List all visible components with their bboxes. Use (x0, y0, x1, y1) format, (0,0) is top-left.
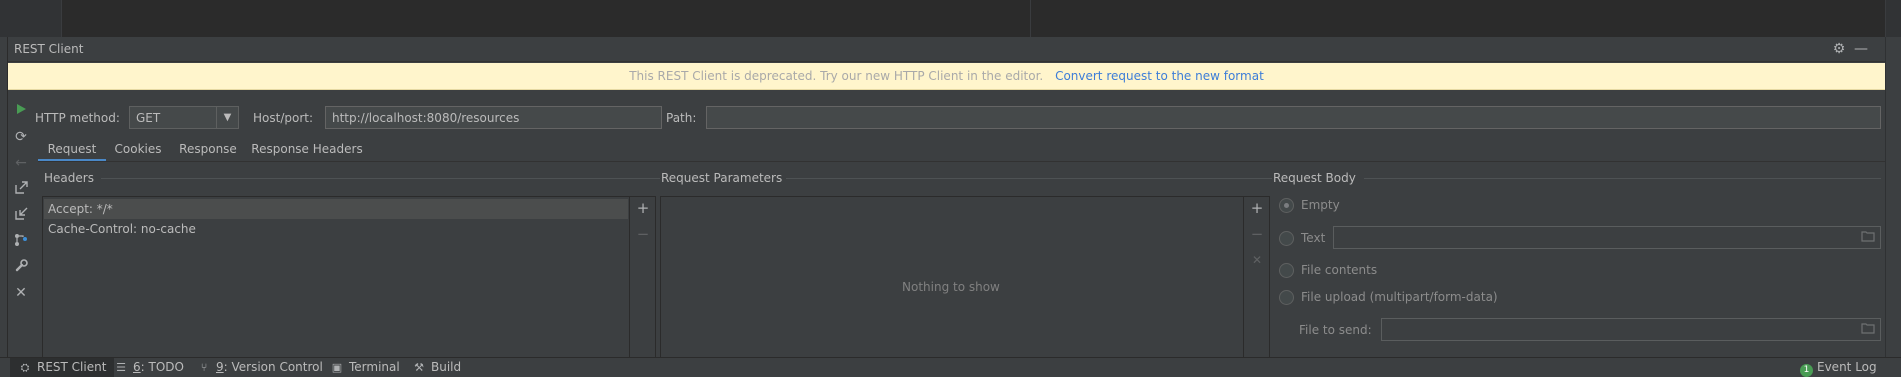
list-icon: ☰ (116, 361, 126, 374)
refresh-icon[interactable]: ⟳ (13, 129, 29, 145)
deprecation-banner: This REST Client is deprecated. Try our … (8, 63, 1885, 90)
tab-request[interactable]: Request (38, 137, 106, 162)
terminal-icon: ▣ (331, 361, 343, 374)
editor-right-gutter (1885, 0, 1901, 37)
path-input[interactable] (706, 106, 1881, 129)
minimize-icon[interactable]: — (1853, 41, 1869, 57)
http-method-select[interactable]: GET ▼ (129, 106, 239, 129)
rest-client-tool-button[interactable]: ⛭ REST Client (10, 358, 115, 377)
todo-label: : TODO (140, 360, 184, 374)
radio-button[interactable] (1279, 290, 1294, 305)
banner-message: This REST Client is deprecated. Try our … (629, 69, 1044, 83)
list-item[interactable]: Accept: */* (44, 199, 628, 219)
params-actions: + − ✕ (1244, 196, 1270, 377)
tabs-divider (38, 161, 1885, 162)
request-body-title: Request Body (1273, 171, 1356, 185)
todo-tool-button[interactable]: ☰ 6: TODO (114, 358, 184, 377)
path-label: Path: (666, 111, 697, 125)
headers-title-rule (101, 178, 660, 179)
event-count-badge: 1 (1800, 364, 1813, 377)
text-body-field[interactable] (1333, 226, 1881, 249)
todo-shortcut: 6 (133, 360, 141, 374)
radio-button[interactable] (1279, 231, 1294, 246)
tab-cookies[interactable]: Cookies (106, 137, 170, 162)
wrench-icon[interactable] (13, 259, 29, 275)
http-method-label: HTTP method: (35, 111, 120, 125)
tab-response[interactable]: Response (170, 137, 246, 162)
clear-icon[interactable]: ✕ (1249, 252, 1265, 268)
rest-client-icon: ⛭ (20, 361, 30, 374)
chevron-down-icon[interactable]: ▼ (216, 107, 238, 128)
remove-icon[interactable]: − (1249, 226, 1265, 242)
file-to-send-field[interactable] (1381, 318, 1881, 341)
empty-state-text: Nothing to show (902, 280, 1000, 294)
editor-gutter (0, 0, 62, 37)
radio-label: Text (1301, 231, 1326, 245)
remove-icon[interactable]: − (635, 226, 651, 242)
radio-button[interactable] (1279, 263, 1294, 278)
tool-window-title: REST Client (14, 42, 84, 56)
tab-response-headers[interactable]: Response Headers (246, 137, 368, 162)
host-port-input[interactable]: http://localhost:8080/resources (325, 106, 662, 129)
vc-label: : Version Control (223, 360, 323, 374)
vc-shortcut: 9 (216, 360, 224, 374)
import-icon[interactable] (13, 207, 29, 223)
export-icon[interactable] (13, 181, 29, 197)
list-item[interactable]: Cache-Control: no-cache (44, 219, 628, 239)
event-log-tool-button[interactable]: 1 Event Log (1800, 358, 1877, 377)
radio-label: File upload (multipart/form-data) (1301, 290, 1498, 304)
branch-icon: ⑂ (200, 361, 208, 374)
params-title-rule (786, 178, 1272, 179)
tool-window-header: REST Client ⚙ — (8, 37, 1885, 62)
host-port-label: Host/port: (253, 111, 314, 125)
build-label: Build (431, 360, 462, 374)
editor-area (0, 0, 1901, 37)
add-icon[interactable]: + (1249, 200, 1265, 216)
event-log-label: Event Log (1817, 360, 1877, 374)
rest-client-tool-label: REST Client (37, 360, 107, 374)
version-control-tool-button[interactable]: ⑂ 9: Version Control (197, 358, 323, 377)
build-tool-button[interactable]: ⚒ Build (412, 358, 461, 377)
headers-actions: + − (630, 196, 656, 377)
generate-icon[interactable] (13, 233, 29, 249)
headers-list[interactable]: Accept: */* Cache-Control: no-cache (42, 196, 630, 377)
run-icon[interactable] (13, 103, 29, 119)
terminal-label: Terminal (349, 360, 400, 374)
tool-window-bar: ⛭ REST Client ☰ 6: TODO ⑂ 9: Version Contro… (0, 357, 1901, 377)
http-method-value: GET (136, 111, 161, 125)
folder-icon[interactable] (1860, 322, 1876, 336)
gear-icon[interactable]: ⚙ (1831, 41, 1847, 57)
request-parameters-list[interactable]: Nothing to show (660, 196, 1244, 377)
add-icon[interactable]: + (635, 200, 651, 216)
back-arrow-icon[interactable]: ← (13, 155, 29, 171)
radio-label: File contents (1301, 263, 1378, 277)
file-to-send-label: File to send: (1299, 323, 1372, 337)
right-tool-stripe (1885, 37, 1901, 357)
convert-request-link[interactable]: Convert request to the new format (1055, 69, 1264, 83)
host-port-value: http://localhost:8080/resources (332, 111, 520, 125)
hammer-icon: ⚒ (414, 361, 424, 374)
close-icon[interactable]: ✕ (13, 285, 29, 301)
rest-client-panel: REST Client ⚙ — This REST Client is depr… (8, 37, 1885, 377)
folder-icon[interactable] (1860, 230, 1876, 244)
radio-label: Empty (1301, 198, 1340, 212)
terminal-tool-button[interactable]: ▣ Terminal (330, 358, 400, 377)
left-tool-stripe (0, 37, 8, 357)
headers-title: Headers (44, 171, 94, 185)
side-toolbar: ⟳ ← ✕ (8, 97, 34, 337)
body-title-rule (1364, 178, 1881, 179)
request-parameters-title: Request Parameters (661, 171, 783, 185)
radio-button[interactable] (1279, 198, 1294, 213)
editor-divider (1030, 0, 1031, 37)
